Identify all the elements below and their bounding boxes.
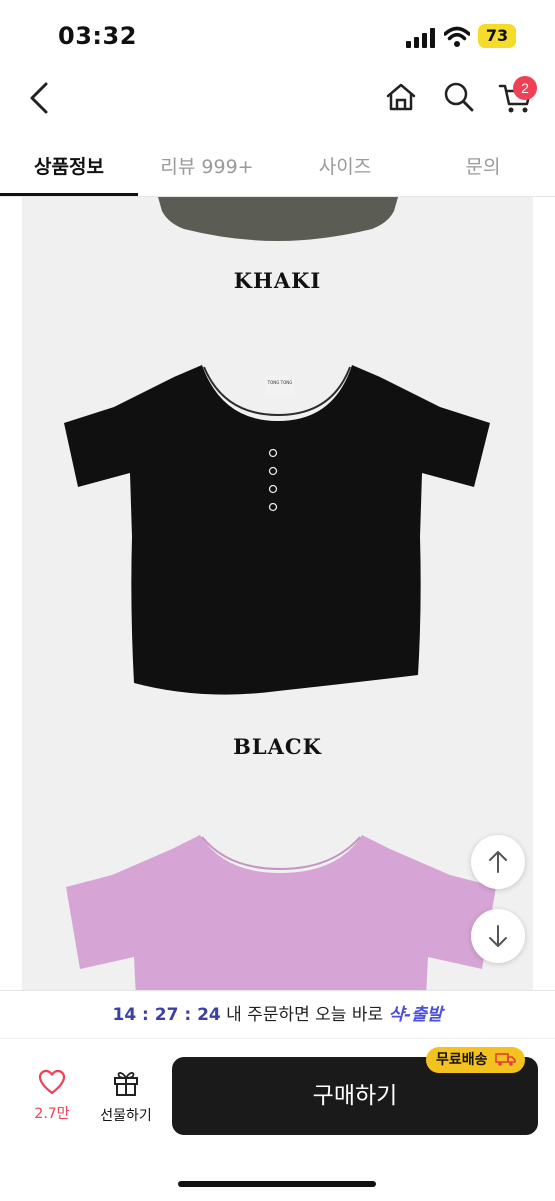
status-bar: 03:32 73 <box>0 0 555 70</box>
scroll-up-button[interactable] <box>471 835 525 889</box>
battery-indicator: 73 <box>478 24 516 48</box>
free-shipping-label: 무료배송 <box>436 1052 488 1068</box>
promo-text: 내 주문하면 오늘 바로 <box>220 1005 389 1025</box>
color-label-khaki: KHAKI <box>233 268 322 293</box>
pink-shirt-image <box>66 835 496 990</box>
black-shirt-image: TONG TONG <box>64 365 490 695</box>
scroll-up-icon <box>489 851 507 873</box>
shipping-label: 샥-출발 <box>388 1005 443 1025</box>
wifi-icon <box>444 26 470 47</box>
app-header <box>0 70 555 128</box>
cellular-signal-icon <box>406 28 435 48</box>
scroll-down-icon <box>489 925 507 947</box>
product-detail-images: KHAKI TONG TONG BLACK <box>22 197 533 990</box>
free-shipping-badge: 무료배송 <box>426 1047 526 1073</box>
tab-product-info[interactable]: 상품정보 <box>0 152 138 179</box>
active-tab-underline <box>0 193 138 196</box>
tab-reviews[interactable]: 리뷰 999+ <box>138 152 276 179</box>
home-indicator <box>178 1181 376 1187</box>
purchase-bar: 2.7만 선물하기 구매하기 무료배송 <box>0 1038 555 1201</box>
tab-size[interactable]: 사이즈 <box>276 152 414 179</box>
order-countdown-timer: 14 : 27 : 24 <box>112 1005 221 1025</box>
tab-inquiry[interactable]: 문의 <box>414 152 552 179</box>
delivery-promo-banner: 14 : 27 : 24 내 주문하면 오늘 바로 샥-출발 <box>0 990 555 1039</box>
gift-label: 선물하기 <box>100 1108 152 1124</box>
home-icon[interactable] <box>384 80 418 114</box>
battery-level: 73 <box>485 26 509 45</box>
heart-icon <box>38 1069 66 1095</box>
cart-count-badge: 2 <box>513 76 537 100</box>
search-icon[interactable] <box>442 80 476 114</box>
truck-icon <box>495 1053 517 1066</box>
shirt-brand-tag: TONG TONG <box>267 380 293 385</box>
gift-icon <box>114 1071 138 1096</box>
scroll-down-button[interactable] <box>471 909 525 963</box>
status-time: 03:32 <box>58 22 137 50</box>
gift-button[interactable]: 선물하기 <box>88 1069 164 1125</box>
product-tabs: 상품정보 리뷰 999+ 사이즈 문의 <box>0 138 555 197</box>
like-button[interactable]: 2.7만 <box>22 1069 82 1123</box>
khaki-shirt-image <box>158 197 398 241</box>
color-label-black: BLACK <box>233 734 322 759</box>
like-count: 2.7만 <box>34 1106 70 1122</box>
back-arrow-icon[interactable] <box>24 80 56 116</box>
